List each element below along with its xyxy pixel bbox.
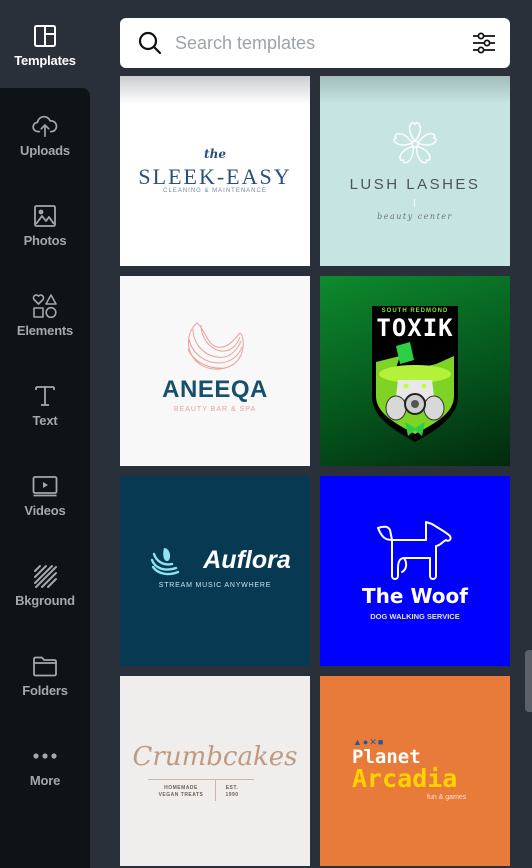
template-card-aneeqa[interactable]: ANEEQA BEAUTY BAR & SPA bbox=[120, 276, 310, 466]
template-card-planet-arcadia[interactable]: ▲●✕■ Planet Arcadia fun & games bbox=[320, 676, 510, 866]
template-subtitle: STREAM MUSIC ANYWHERE bbox=[158, 582, 272, 589]
template-established: EST. 1990 bbox=[225, 785, 239, 798]
sidebar-item-background[interactable]: Bkground bbox=[0, 540, 90, 630]
template-subtitle: DOG WALKING SERVICE bbox=[370, 612, 460, 621]
template-title: The Woof bbox=[362, 584, 468, 608]
sidebar-item-videos[interactable]: Videos bbox=[0, 450, 90, 540]
more-dots-icon bbox=[32, 743, 58, 769]
upload-cloud-icon bbox=[32, 113, 58, 139]
dog-logo-icon bbox=[377, 521, 452, 580]
sidebar-item-label: Bkground bbox=[15, 592, 75, 608]
scroll-shadow bbox=[320, 76, 510, 104]
background-stripes-icon bbox=[32, 563, 58, 589]
template-card-toxik[interactable]: SOUTH REDMOND TOXIK bbox=[320, 276, 510, 466]
sidebar-item-label: Templates bbox=[14, 52, 76, 68]
template-title: LUSH LASHES bbox=[349, 176, 481, 193]
template-pretitle: the bbox=[204, 147, 226, 161]
template-title-line2: Arcadia bbox=[352, 764, 458, 793]
divider bbox=[148, 779, 254, 780]
template-title: Auflora bbox=[203, 546, 291, 574]
template-card-auflora[interactable]: Auflora STREAM MUSIC ANYWHERE bbox=[120, 476, 310, 666]
template-card-the-woof[interactable]: The Woof DOG WALKING SERVICE bbox=[320, 476, 510, 666]
template-title: ANEEQA bbox=[162, 376, 268, 403]
template-card-lush-lashes[interactable]: LUSH LASHES beauty center bbox=[320, 76, 510, 266]
template-card-sleek-easy[interactable]: the SLEEK-EASY CLEANING & MAINTENANCE bbox=[120, 76, 310, 266]
search-input[interactable] bbox=[173, 31, 457, 55]
shapes-icon bbox=[32, 293, 58, 319]
search-icon[interactable] bbox=[137, 30, 163, 56]
sidebar-item-folders[interactable]: Folders bbox=[0, 630, 90, 720]
template-subtitle: BEAUTY BAR & SPA bbox=[173, 406, 257, 413]
sidebar-item-more[interactable]: More bbox=[0, 720, 90, 810]
template-subtitle: fun & games bbox=[427, 794, 467, 801]
sidebar-item-label: Elements bbox=[16, 322, 74, 338]
sidebar-item-label: Videos bbox=[24, 502, 66, 518]
sidebar-item-photos[interactable]: Photos bbox=[0, 180, 90, 270]
wave-shell-logo-icon bbox=[187, 322, 244, 370]
sidebar-item-label: More bbox=[29, 772, 61, 788]
sidebar-item-label: Uploads bbox=[20, 142, 70, 158]
filter-sliders-icon[interactable] bbox=[472, 31, 496, 55]
template-title: SLEEK-EASY bbox=[138, 164, 292, 189]
sidebar-item-uploads[interactable]: Uploads bbox=[0, 90, 90, 180]
divider bbox=[215, 779, 216, 801]
template-subtitle: HOMEMADE VEGAN TREATS bbox=[158, 785, 204, 798]
sidebar-item-label: Photos bbox=[23, 232, 67, 248]
templates-icon bbox=[32, 23, 58, 49]
sidebar-item-label: Folders bbox=[22, 682, 68, 698]
template-card-crumbcakes[interactable]: Crumbcakes HOMEMADE VEGAN TREATS EST. 19… bbox=[120, 676, 310, 866]
sidebar-item-label: Text bbox=[32, 412, 58, 428]
video-icon bbox=[32, 473, 58, 499]
folder-icon bbox=[32, 653, 58, 679]
sidebar: Templates Uploads Photos Elements Text V… bbox=[0, 0, 90, 868]
divider bbox=[414, 199, 415, 207]
search-bar bbox=[120, 18, 510, 68]
template-title: Crumbcakes bbox=[132, 742, 298, 772]
photo-icon bbox=[32, 203, 58, 229]
scrollbar-thumb[interactable] bbox=[525, 650, 532, 712]
template-title: TOXIK bbox=[376, 314, 454, 342]
template-subtitle: CLEANING & MAINTENANCE bbox=[163, 188, 267, 194]
sidebar-item-templates[interactable]: Templates bbox=[0, 0, 90, 90]
sidebar-item-text[interactable]: Text bbox=[0, 360, 90, 450]
template-grid: the SLEEK-EASY CLEANING & MAINTENANCE LU… bbox=[120, 76, 510, 868]
scroll-shadow bbox=[120, 76, 310, 104]
flower-logo-icon bbox=[393, 122, 437, 164]
text-icon bbox=[32, 383, 58, 409]
template-subtitle: beauty center bbox=[377, 212, 453, 221]
sidebar-item-elements[interactable]: Elements bbox=[0, 270, 90, 360]
